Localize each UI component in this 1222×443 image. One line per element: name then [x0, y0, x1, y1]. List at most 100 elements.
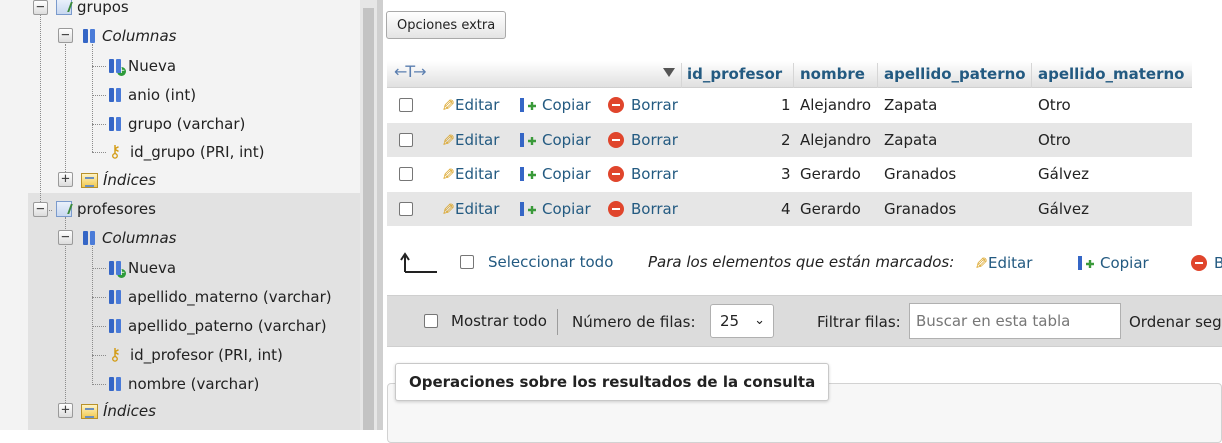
delete-label: B	[1214, 254, 1222, 272]
divider	[557, 309, 558, 335]
nav-column-nombre[interactable]: nombre (varchar)	[107, 373, 259, 395]
nav-indexes-group[interactable]: Índices	[81, 169, 156, 191]
copy-row-button[interactable]: Copiar	[519, 123, 591, 157]
nav-column-apellido-materno[interactable]: apellido_materno (varchar)	[107, 286, 332, 308]
cell-apellido-materno[interactable]: Otro	[1038, 123, 1071, 157]
copy-icon	[519, 97, 539, 113]
expand-indices-toggle[interactable]: +	[58, 172, 73, 187]
cell-apellido-materno[interactable]: Gálvez	[1038, 157, 1089, 191]
copy-row-button[interactable]: Copiar	[519, 157, 591, 191]
nav-column-id-profesor[interactable]: ⚷ id_profesor (PRI, int)	[105, 344, 283, 366]
nav-table-grupos[interactable]: grupos	[56, 0, 129, 18]
nav-item-label: id_profesor (PRI, int)	[130, 346, 283, 364]
collapse-columnas-toggle[interactable]: −	[58, 28, 73, 43]
select-arrow-icon	[400, 252, 437, 273]
pencil-icon: ✎	[441, 164, 455, 184]
edit-label: Editar	[988, 254, 1033, 272]
nav-item-label: Columnas	[102, 27, 177, 45]
select-all-checkbox[interactable]	[460, 255, 474, 269]
cell-nombre[interactable]: Alejandro	[800, 88, 871, 122]
panel-resizer[interactable]	[377, 0, 383, 430]
nav-columns-group[interactable]: Columnas	[81, 25, 176, 47]
navigation-scrollbar[interactable]	[360, 0, 377, 430]
show-all-checkbox[interactable]	[424, 314, 438, 328]
scrollbar-thumb[interactable]	[363, 8, 374, 430]
cell-id-profesor[interactable]: 1	[781, 88, 791, 122]
edit-label: Editar	[455, 200, 500, 218]
collapse-grupos-toggle[interactable]: −	[33, 0, 48, 15]
show-all-label[interactable]: Mostrar todo	[451, 312, 547, 330]
nav-column-id-grupo[interactable]: ⚷ id_grupo (PRI, int)	[105, 141, 265, 163]
row-checkbox[interactable]	[399, 98, 413, 112]
cell-apellido-paterno[interactable]: Zapata	[884, 88, 937, 122]
row-checkbox[interactable]	[399, 133, 413, 147]
nav-item-label: Nueva	[128, 259, 177, 277]
edit-label: Editar	[455, 131, 500, 149]
row-checkbox[interactable]	[399, 167, 413, 181]
copy-row-button[interactable]: Copiar	[519, 192, 591, 226]
cell-apellido-paterno[interactable]: Granados	[884, 192, 956, 226]
bulk-delete-button[interactable]: B	[1191, 246, 1222, 280]
delete-icon	[608, 201, 624, 217]
collapse-profesores-toggle[interactable]: −	[33, 202, 48, 217]
edit-row-button[interactable]: ✎ Editar	[437, 123, 500, 157]
primary-key-icon: ⚷	[108, 345, 122, 365]
table-row: ✎ Editar Copiar Borrar 2 Alejandro Zapata…	[387, 123, 1192, 157]
bulk-copy-button[interactable]: Copiar	[1077, 246, 1149, 280]
new-column-icon: +	[107, 58, 126, 76]
cell-apellido-materno[interactable]: Gálvez	[1038, 192, 1089, 226]
delete-icon	[608, 132, 624, 148]
nav-columns-group[interactable]: Columnas	[81, 227, 176, 249]
nav-item-label: id_grupo (PRI, int)	[130, 143, 265, 161]
filter-rows-input[interactable]	[909, 303, 1121, 339]
extra-options-button[interactable]: Opciones extra	[386, 11, 507, 39]
pencil-icon: ✎	[974, 253, 988, 273]
edit-label: Editar	[455, 165, 500, 183]
delete-row-button[interactable]: Borrar	[608, 88, 678, 122]
delete-icon	[608, 166, 624, 182]
cell-id-profesor[interactable]: 3	[781, 157, 791, 191]
row-checkbox[interactable]	[399, 202, 413, 216]
nav-table-profesores[interactable]: profesores	[56, 198, 156, 220]
column-header-apellido-materno[interactable]: apellido_materno	[1038, 61, 1184, 88]
copy-row-button[interactable]: Copiar	[519, 88, 591, 122]
cell-id-profesor[interactable]: 2	[781, 123, 791, 157]
delete-row-button[interactable]: Borrar	[608, 123, 678, 157]
nav-column-grupo[interactable]: grupo (varchar)	[107, 113, 245, 135]
nav-item-label: grupo (varchar)	[128, 115, 246, 133]
cell-id-profesor[interactable]: 4	[781, 192, 791, 226]
nav-column-anio[interactable]: anio (int)	[107, 84, 196, 106]
collapse-columnas-toggle[interactable]: −	[58, 230, 73, 245]
nav-indexes-group[interactable]: Índices	[81, 400, 156, 422]
cell-apellido-materno[interactable]: Otro	[1038, 88, 1071, 122]
edit-label: Editar	[455, 96, 500, 114]
edit-row-button[interactable]: ✎ Editar	[437, 192, 500, 226]
cell-nombre[interactable]: Gerardo	[800, 192, 861, 226]
nav-item-label: profesores	[77, 200, 156, 218]
edit-row-button[interactable]: ✎ Editar	[437, 88, 500, 122]
select-all-link[interactable]: Seleccionar todo	[488, 253, 613, 271]
expand-indices-toggle[interactable]: +	[58, 403, 73, 418]
copy-icon	[519, 166, 539, 182]
nav-new-column[interactable]: + Nueva	[107, 257, 176, 279]
cell-nombre[interactable]: Gerardo	[800, 157, 861, 191]
cell-apellido-paterno[interactable]: Zapata	[884, 123, 937, 157]
column-resize-arrows-icon[interactable]: ←T→	[394, 62, 427, 81]
nav-new-column[interactable]: + Nueva	[107, 55, 176, 77]
sort-options-icon[interactable]	[663, 68, 675, 77]
edit-row-button[interactable]: ✎ Editar	[437, 157, 500, 191]
nav-item-label: apellido_paterno (varchar)	[128, 317, 327, 335]
copy-icon	[519, 132, 539, 148]
rows-count-select[interactable]: 25 ⌄	[710, 304, 774, 338]
column-header-nombre[interactable]: nombre	[800, 61, 865, 88]
column-header-id-profesor[interactable]: id_profesor	[687, 61, 782, 88]
delete-label: Borrar	[631, 96, 678, 114]
column-header-apellido-paterno[interactable]: apellido_paterno	[884, 61, 1026, 88]
delete-row-button[interactable]: Borrar	[608, 192, 678, 226]
column-icon	[107, 87, 123, 103]
nav-column-apellido-paterno[interactable]: apellido_paterno (varchar)	[107, 315, 327, 337]
cell-apellido-paterno[interactable]: Granados	[884, 157, 956, 191]
bulk-edit-button[interactable]: ✎ Editar	[970, 246, 1033, 280]
delete-row-button[interactable]: Borrar	[608, 157, 678, 191]
cell-nombre[interactable]: Alejandro	[800, 123, 871, 157]
